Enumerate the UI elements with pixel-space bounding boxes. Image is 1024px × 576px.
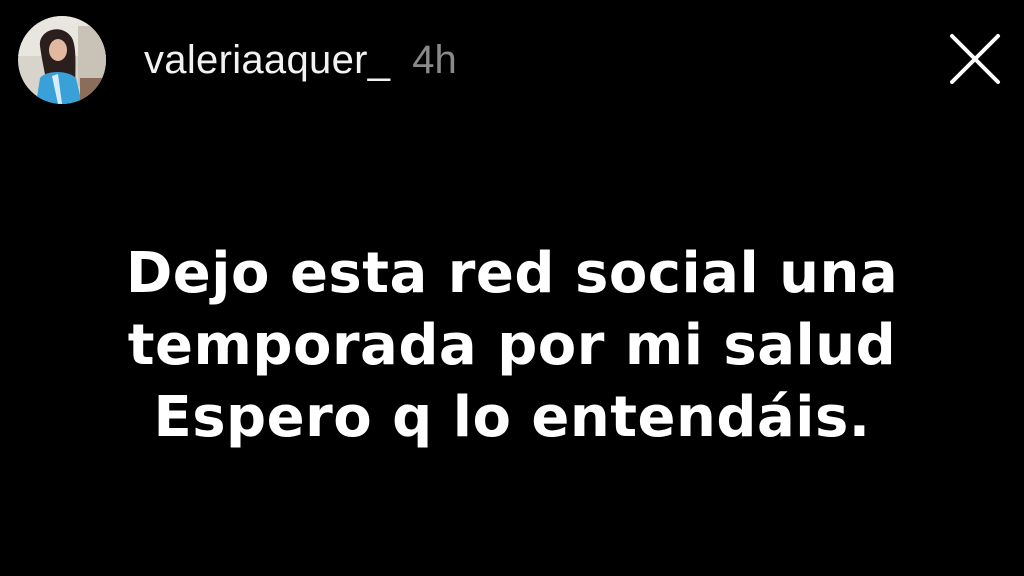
message-line-1: Dejo esta red social una xyxy=(125,241,899,306)
story-header: valeriaaquer_ 4h xyxy=(18,14,457,106)
story-username[interactable]: valeriaaquer_ xyxy=(144,40,390,80)
message-line-2: temporada por mi salud xyxy=(127,313,897,378)
story-message: Dejo esta red social una temporada por m… xyxy=(0,238,1024,454)
avatar[interactable] xyxy=(18,16,106,104)
message-line-3: Espero q lo entendáis. xyxy=(153,385,871,450)
close-x-icon xyxy=(950,34,1000,84)
story-timestamp: 4h xyxy=(412,38,457,82)
story-viewer[interactable]: valeriaaquer_ 4h Dejo esta red social un… xyxy=(0,0,1024,576)
profile-photo-icon xyxy=(18,16,106,104)
close-button[interactable] xyxy=(944,28,1006,90)
